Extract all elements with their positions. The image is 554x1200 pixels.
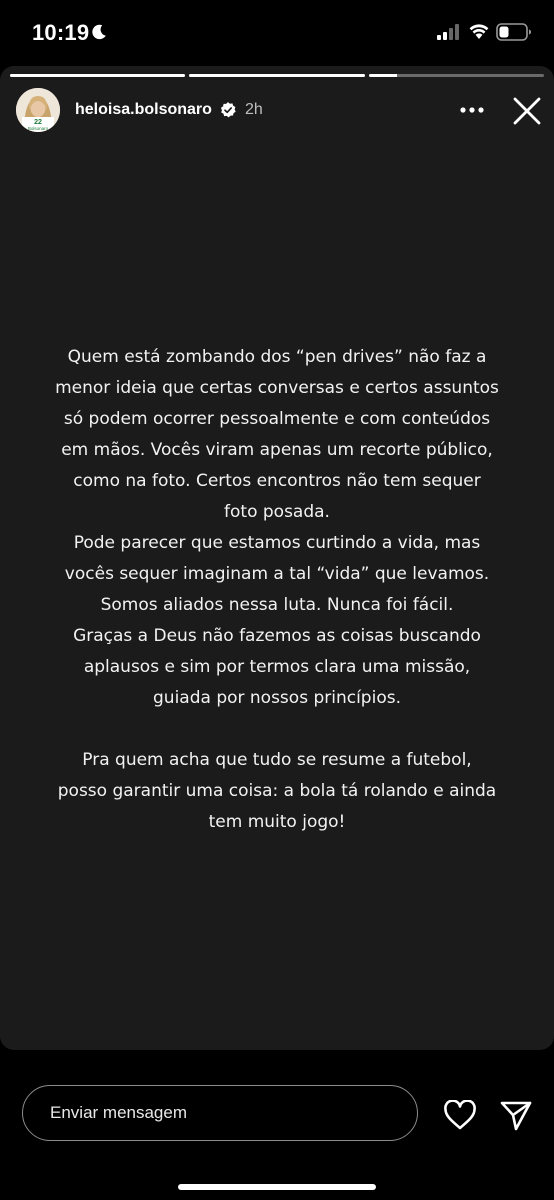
story-header: 22 Bolsonaro heloisa.bolsonaro 2h	[14, 88, 542, 136]
story-screen: 10:19 22 Bolsonaro heloisa.bolsonaro 2h …	[0, 0, 554, 1200]
progress-segment	[10, 74, 186, 77]
story-paragraph: Quem está zombando dos “pen drives” não …	[55, 347, 499, 522]
verified-icon	[220, 102, 236, 118]
heart-icon[interactable]	[443, 1100, 477, 1130]
story-time-ago: 2h	[245, 101, 263, 118]
status-time: 10:19	[32, 20, 90, 45]
wifi-icon	[469, 24, 489, 39]
moon-icon	[92, 24, 106, 40]
story-progress	[10, 74, 544, 77]
send-icon[interactable]	[500, 1101, 532, 1131]
battery-icon	[496, 23, 531, 41]
home-indicator[interactable]	[178, 1184, 376, 1190]
story-paragraph: Pra quem acha que tudo se resume a futeb…	[57, 750, 497, 832]
progress-fill	[189, 74, 365, 77]
close-icon[interactable]	[512, 96, 542, 126]
avatar[interactable]: 22 Bolsonaro	[16, 88, 60, 132]
more-options-icon[interactable]	[460, 107, 484, 113]
story-card[interactable]: 22 Bolsonaro heloisa.bolsonaro 2h Quem e…	[0, 66, 554, 1050]
story-paragraph: Graças a Deus não fazemos as coisas busc…	[73, 626, 481, 708]
progress-fill	[368, 74, 397, 77]
message-input[interactable]: Enviar mensagem	[22, 1085, 418, 1141]
story-text: Quem está zombando dos “pen drives” não …	[55, 342, 499, 838]
story-paragraph: Somos aliados nessa luta. Nunca foi fáci…	[100, 595, 454, 615]
progress-fill	[10, 74, 186, 77]
progress-segment	[368, 74, 544, 77]
message-input-placeholder: Enviar mensagem	[50, 1103, 188, 1122]
story-paragraph: Pode parecer que estamos curtindo a vida…	[64, 533, 490, 584]
signal-icon	[437, 24, 459, 40]
username[interactable]: heloisa.bolsonaro	[75, 101, 212, 119]
progress-segment	[189, 74, 365, 77]
avatar-image: 22 Bolsonaro	[16, 88, 60, 132]
status-bar: 10:19	[0, 0, 554, 66]
avatar-badge-subtext: Bolsonaro	[28, 126, 49, 131]
avatar-badge-text: 22	[34, 119, 42, 126]
